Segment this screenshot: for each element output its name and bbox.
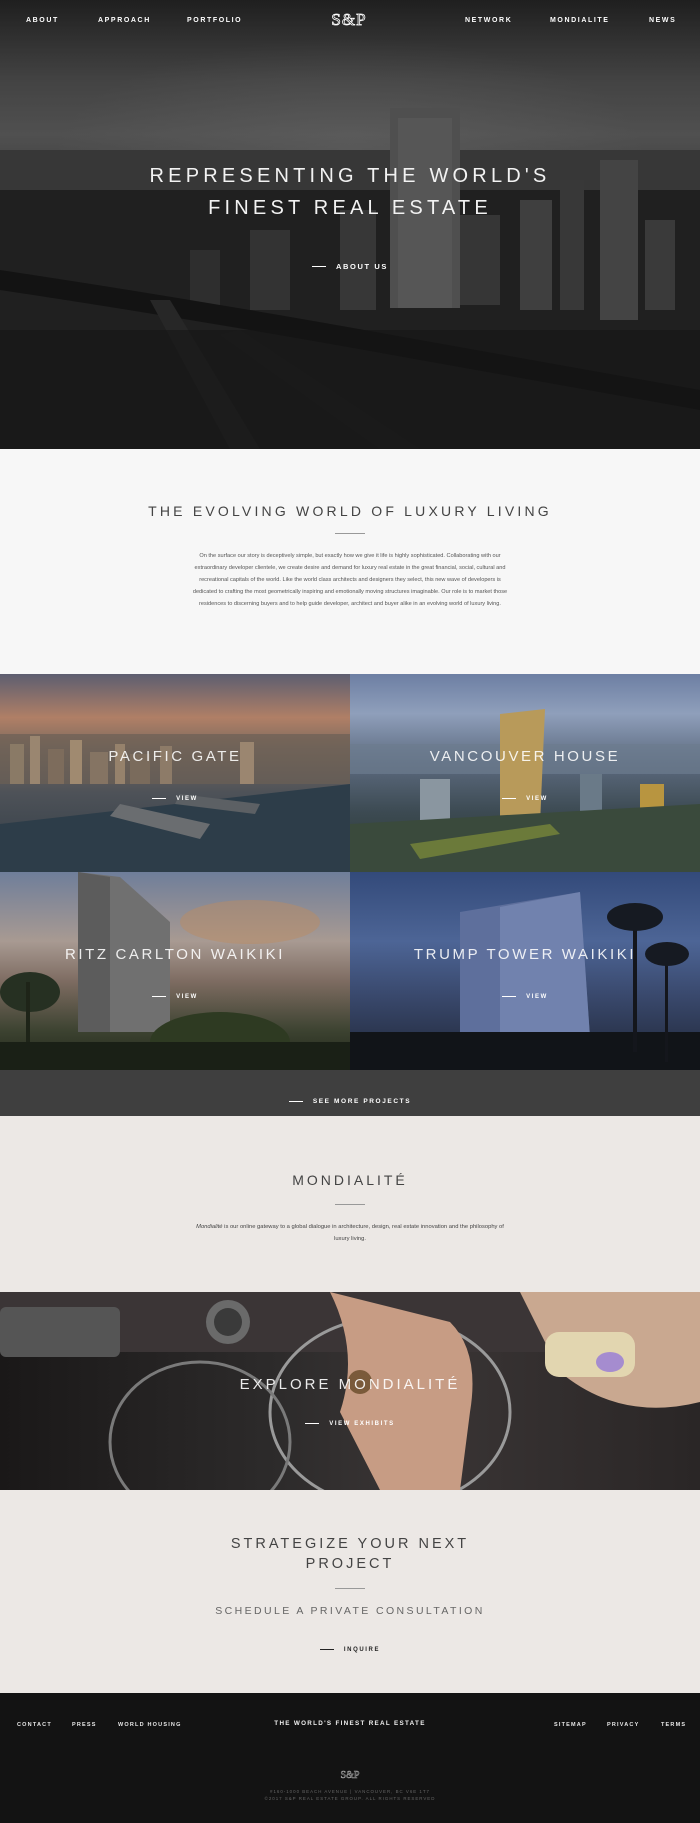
hero-title-line1: REPRESENTING THE WORLD'S xyxy=(149,165,551,187)
mondialite-section: MONDIALITÉ Mondialité is our online gate… xyxy=(0,1116,700,1292)
consultation-subheading: SCHEDULE A PRIVATE CONSULTATION xyxy=(215,1605,485,1617)
intro-body: On the surface our story is deceptively … xyxy=(192,553,508,607)
inquire-label: INQUIRE xyxy=(343,1646,381,1653)
mondialite-body-text: is our online gateway to a global dialog… xyxy=(222,1224,504,1242)
view-button[interactable]: VIEW xyxy=(176,796,198,802)
inquire-button[interactable]: INQUIRE xyxy=(0,1637,700,1655)
intro-heading: THE EVOLVING WORLD OF LUXURY LIVING xyxy=(148,503,552,519)
nav-mondialite[interactable]: MONDIALITE xyxy=(550,17,610,24)
nav-news[interactable]: NEWS xyxy=(649,17,676,24)
footer-address-line: #160-1000 BEACH AVENUE | VANCOUVER, BC V… xyxy=(270,1789,430,1794)
divider xyxy=(335,1204,365,1205)
trump-tower-image xyxy=(350,892,700,1070)
mondialite-body-em: Mondialité xyxy=(196,1224,223,1230)
footer-logo-icon[interactable]: S&P xyxy=(330,1769,370,1779)
project-tile-trump-tower-waikiki[interactable]: TRUMP TOWER WAIKIKI VIEW xyxy=(350,872,700,1070)
view-exhibits-button[interactable]: VIEW EXHIBITS xyxy=(0,1411,700,1429)
footer-tagline: THE WORLD'S FINEST REAL ESTATE xyxy=(274,1720,426,1727)
nav-approach[interactable]: APPROACH xyxy=(98,17,151,24)
hero-title: REPRESENTING THE WORLD'S FINEST REAL EST… xyxy=(0,160,700,224)
footer-link-sitemap[interactable]: SITEMAP xyxy=(554,1722,587,1728)
logo-icon[interactable]: S&P xyxy=(314,11,384,29)
top-nav: ABOUT APPROACH PORTFOLIO S&P NETWORK MON… xyxy=(0,0,700,40)
divider xyxy=(335,1588,365,1589)
explore-mondialite-banner[interactable]: EXPLORE MONDIALITÉ VIEW EXHIBITS xyxy=(0,1292,700,1490)
nav-network[interactable]: NETWORK xyxy=(465,17,512,24)
footer: CONTACT PRESS WORLD HOUSING THE WORLD'S … xyxy=(0,1693,700,1823)
project-tile-ritz-carlton-waikiki[interactable]: RITZ CARLTON WAIKIKI VIEW xyxy=(0,872,350,1070)
about-us-button[interactable]: ABOUT US xyxy=(0,254,700,272)
footer-address: #160-1000 BEACH AVENUE | VANCOUVER, BC V… xyxy=(0,1788,700,1802)
footer-copyright: ©2017 S&P REAL ESTATE GROUP. ALL RIGHTS … xyxy=(264,1796,436,1801)
vancouver-house-image xyxy=(350,709,700,872)
project-name: PACIFIC GATE xyxy=(108,748,242,765)
see-more-projects-label: SEE MORE PROJECTS xyxy=(312,1098,412,1105)
footer-link-terms[interactable]: TERMS xyxy=(661,1722,686,1728)
cta-dash xyxy=(305,1423,320,1424)
svg-text:S&P: S&P xyxy=(331,11,366,29)
pacific-gate-image xyxy=(0,734,350,872)
view-exhibits-label: VIEW EXHIBITS xyxy=(329,1420,395,1427)
about-us-label: ABOUT US xyxy=(336,262,388,271)
cta-dash xyxy=(502,996,517,997)
projects-grid: PACIFIC GATE VIEW VANCOUVER HOUSE VIEW R… xyxy=(0,674,700,1070)
cta-dash xyxy=(502,798,517,799)
strategize-section: STRATEGIZE YOUR NEXT PROJECT SCHEDULE A … xyxy=(0,1490,700,1693)
cta-dash xyxy=(152,798,167,799)
cta-dash xyxy=(319,1649,334,1650)
mondialite-body: Mondialité is our online gateway to a gl… xyxy=(190,1221,510,1245)
svg-text:S&P: S&P xyxy=(341,1770,360,1779)
divider xyxy=(335,533,365,534)
footer-link-privacy[interactable]: PRIVACY xyxy=(607,1722,639,1728)
see-more-projects-bar: SEE MORE PROJECTS xyxy=(0,1070,700,1116)
project-name: RITZ CARLTON WAIKIKI xyxy=(64,946,286,963)
project-tile-pacific-gate[interactable]: PACIFIC GATE VIEW xyxy=(0,674,350,872)
strategize-heading-line2: PROJECT xyxy=(305,1556,395,1572)
view-button[interactable]: VIEW xyxy=(526,796,548,802)
cta-dash xyxy=(288,1101,303,1102)
mondialite-heading: MONDIALITÉ xyxy=(292,1172,408,1188)
nav-about[interactable]: ABOUT xyxy=(26,17,59,24)
cta-dash xyxy=(152,996,167,997)
hero-section: ABOUT APPROACH PORTFOLIO S&P NETWORK MON… xyxy=(0,0,700,449)
project-name: TRUMP TOWER WAIKIKI xyxy=(413,946,637,963)
explore-title: EXPLORE MONDIALITÉ xyxy=(239,1376,461,1393)
project-name: VANCOUVER HOUSE xyxy=(429,748,621,765)
cta-dash xyxy=(312,266,327,267)
see-more-projects-button[interactable]: SEE MORE PROJECTS xyxy=(288,1098,412,1105)
view-button[interactable]: VIEW xyxy=(176,994,198,1000)
hero-title-line2: FINEST REAL ESTATE xyxy=(208,197,492,219)
nav-portfolio[interactable]: PORTFOLIO xyxy=(187,17,242,24)
strategize-heading-line1: STRATEGIZE YOUR NEXT xyxy=(230,1536,470,1552)
hero-overlay xyxy=(0,0,700,449)
view-button[interactable]: VIEW xyxy=(526,994,548,1000)
project-tile-vancouver-house[interactable]: VANCOUVER HOUSE VIEW xyxy=(350,674,700,872)
strategize-heading: STRATEGIZE YOUR NEXT PROJECT xyxy=(0,1534,700,1574)
ritz-carlton-image xyxy=(0,872,350,1070)
intro-section: THE EVOLVING WORLD OF LUXURY LIVING On t… xyxy=(0,449,700,674)
